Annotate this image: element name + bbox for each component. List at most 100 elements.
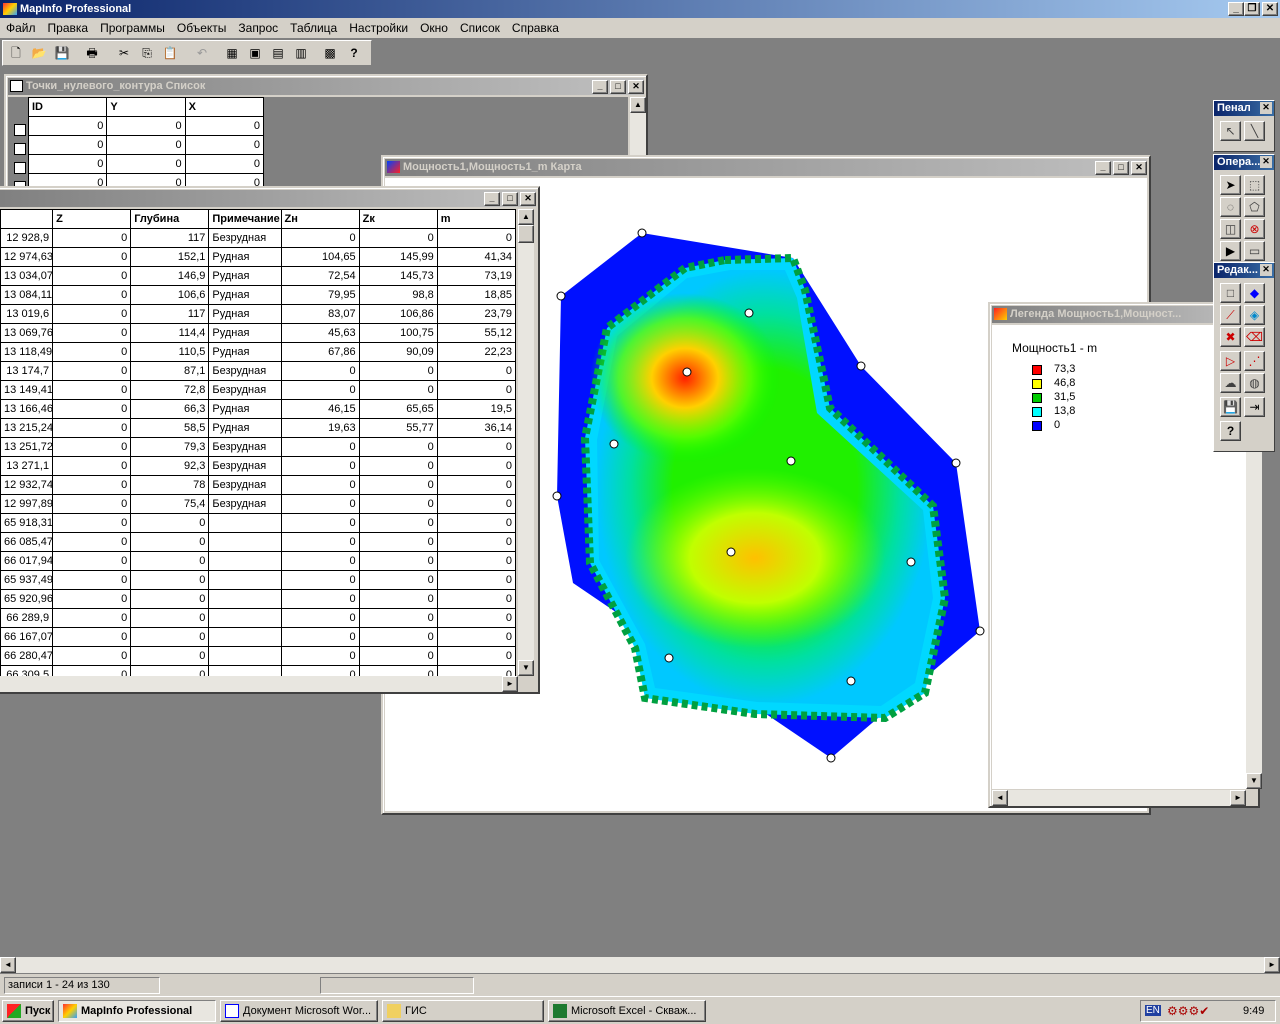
buffer-icon[interactable]: ◍ — [1244, 373, 1265, 393]
maximize-button[interactable]: □ — [502, 192, 518, 206]
menu-item-0[interactable]: Файл — [0, 18, 42, 38]
scroll-thumb[interactable] — [518, 225, 534, 243]
table-row[interactable]: 65 920,96 0 0 0 0 0 — [0, 589, 516, 609]
editing-palette-title[interactable]: Редак... ✕ — [1214, 263, 1274, 278]
delete-object-icon[interactable]: ✖ — [1220, 327, 1241, 347]
row-select-checkbox[interactable] — [14, 124, 26, 136]
info-tool-icon[interactable]: ▶ — [1220, 241, 1241, 261]
marquee-select-icon[interactable]: ⬚ — [1244, 175, 1265, 195]
scroll-right-icon[interactable]: ► — [1264, 957, 1280, 973]
paste-icon[interactable]: 📋 — [159, 43, 181, 64]
help-icon[interactable]: ? — [1220, 421, 1241, 441]
restore-button[interactable]: ❐ — [1244, 2, 1260, 16]
close-button[interactable]: ✕ — [520, 192, 536, 206]
table-row[interactable]: 13 084,11 0 106,6 Рудная 79,95 98,8 18,85 — [0, 285, 516, 305]
table-row[interactable]: 13 251,72 0 79,3 Безрудная 0 0 0 — [0, 437, 516, 457]
task-excel[interactable]: Microsoft Excel - Скваж... — [548, 1000, 706, 1022]
close-icon[interactable]: ✕ — [1260, 102, 1272, 114]
scroll-left-icon[interactable]: ◄ — [0, 957, 16, 973]
table-row[interactable]: 13 149,41 0 72,8 Безрудная 0 0 0 — [0, 380, 516, 400]
cut-icon[interactable]: ✂ — [113, 43, 135, 64]
table-row[interactable]: 13 215,24 0 58,5 Рудная 19,63 55,77 36,14 — [0, 418, 516, 438]
minimize-button[interactable]: _ — [484, 192, 500, 206]
column-header[interactable]: Zн — [280, 209, 360, 229]
horizontal-scrollbar[interactable]: ► — [0, 676, 518, 692]
split-icon[interactable]: ⋰ — [1244, 351, 1265, 371]
combine-icon[interactable]: ☁ — [1220, 373, 1241, 393]
scroll-right-icon[interactable]: ► — [502, 676, 518, 692]
table-row[interactable]: 65 918,31 0 0 0 0 0 — [0, 513, 516, 533]
new-icon[interactable]: 🗋 — [5, 43, 27, 64]
reshape-icon[interactable]: ⟋ — [1220, 305, 1241, 325]
select-tool-icon[interactable]: ↖ — [1220, 121, 1241, 141]
unselect-icon[interactable]: ⊗ — [1244, 219, 1265, 239]
menu-item-9[interactable]: Справка — [506, 18, 565, 38]
table-row[interactable]: 13 271,1 0 92,3 Безрудная 0 0 0 — [0, 456, 516, 476]
tray-icons[interactable]: ⚙⚙⚙✔ — [1167, 1004, 1209, 1018]
menu-item-4[interactable]: Запрос — [232, 18, 284, 38]
table-row[interactable]: 13 118,49 0 110,5 Рудная 67,86 90,09 22,23 — [0, 342, 516, 362]
task-word[interactable]: Документ Microsoft Wor... — [220, 1000, 378, 1022]
add-node-icon[interactable]: ◈ — [1244, 305, 1265, 325]
operations-palette-title[interactable]: Опера... ✕ — [1214, 155, 1274, 170]
horizontal-scrollbar[interactable]: ◄ ► — [992, 790, 1246, 806]
list-window-wells-title[interactable] — [0, 190, 536, 207]
scroll-up-icon[interactable]: ▲ — [518, 209, 534, 225]
scroll-down-icon[interactable]: ▼ — [1246, 773, 1262, 789]
polyline-icon[interactable]: ▷ — [1220, 351, 1241, 371]
main-palette[interactable]: Пенал ✕ ↖ ╲ — [1213, 100, 1275, 152]
menu-item-3[interactable]: Объекты — [171, 18, 233, 38]
close-button[interactable]: ✕ — [628, 80, 644, 94]
radius-select-icon[interactable]: ◌ — [1220, 197, 1241, 217]
table-row[interactable]: 66 309,5 0 0 0 0 0 — [0, 665, 516, 676]
ruler-icon[interactable]: ▭ — [1244, 241, 1265, 261]
table-row[interactable]: 12 932,74 0 78 Безрудная 0 0 0 — [0, 475, 516, 495]
save-icon[interactable]: 💾 — [51, 43, 73, 64]
column-header[interactable]: m — [436, 209, 516, 229]
menu-item-6[interactable]: Настройки — [343, 18, 414, 38]
column-header[interactable]: Примечание — [208, 209, 282, 229]
start-button[interactable]: Пуск — [2, 1000, 54, 1022]
table-row[interactable]: 000 — [27, 154, 265, 174]
open-icon[interactable]: 📂 — [28, 43, 50, 64]
language-indicator[interactable]: EN — [1145, 1005, 1161, 1016]
table-row[interactable]: 13 019,6 0 117 Рудная 83,07 106,86 23,79 — [0, 304, 516, 324]
maximize-button[interactable]: □ — [1113, 161, 1129, 175]
minimize-button[interactable]: _ — [592, 80, 608, 94]
new-browser-icon[interactable]: ▦ — [221, 43, 243, 64]
menu-item-1[interactable]: Правка — [42, 18, 95, 38]
table-row[interactable]: 65 937,49 0 0 0 0 0 — [0, 570, 516, 590]
close-icon[interactable]: ✕ — [1260, 156, 1272, 168]
arrow-select-icon[interactable]: ➤ — [1220, 175, 1241, 195]
menu-item-2[interactable]: Программы — [94, 18, 171, 38]
erase-icon[interactable]: ⌫ — [1244, 327, 1265, 347]
task-mapinfo[interactable]: MapInfo Professional — [58, 1000, 216, 1022]
copy-icon[interactable]: ⎘ — [136, 43, 158, 64]
task-folder[interactable]: ГИС — [382, 1000, 544, 1022]
table-row[interactable]: 66 167,07 0 0 0 0 0 — [0, 627, 516, 647]
vertical-scrollbar[interactable]: ▲ ▼ — [518, 209, 534, 676]
workspace-horizontal-scrollbar[interactable]: ◄ ► — [0, 957, 1280, 973]
undo-icon[interactable]: ↶ — [191, 43, 213, 64]
table-row[interactable]: 000 — [27, 135, 265, 155]
table-row[interactable]: 12 928,9 0 117 Безрудная 0 0 0 — [0, 228, 516, 248]
table-row[interactable]: 13 069,76 0 114,4 Рудная 45,63 100,75 55,12 — [0, 323, 516, 343]
redistrict-icon[interactable]: ▩ — [319, 43, 341, 64]
table-row[interactable]: 000 — [27, 116, 265, 136]
maximize-button[interactable]: □ — [610, 80, 626, 94]
new-map-icon[interactable]: ▣ — [244, 43, 266, 64]
new-object-icon[interactable]: □ — [1220, 283, 1241, 303]
column-header[interactable]: X — [184, 97, 265, 117]
column-header[interactable]: ID — [27, 97, 108, 117]
scroll-up-icon[interactable]: ▲ — [630, 97, 646, 113]
new-layout-icon[interactable]: ▥ — [290, 43, 312, 64]
polygon-select-icon[interactable]: ⬠ — [1244, 197, 1265, 217]
new-graph-icon[interactable]: ▤ — [267, 43, 289, 64]
close-icon[interactable]: ✕ — [1260, 264, 1272, 276]
row-select-checkbox[interactable] — [14, 143, 26, 155]
scroll-right-icon[interactable]: ► — [1230, 790, 1246, 806]
column-header[interactable]: Глубина — [130, 209, 210, 229]
column-header[interactable]: Zк — [358, 209, 438, 229]
save-edits-icon[interactable]: 💾 — [1220, 397, 1241, 417]
print-icon[interactable]: 🖶 — [81, 43, 103, 64]
